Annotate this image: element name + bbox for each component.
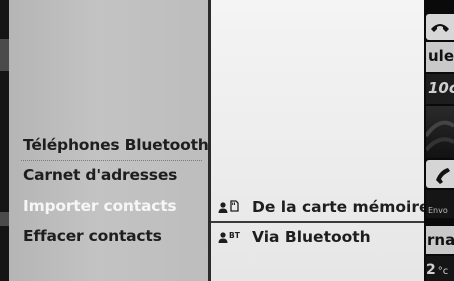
right-panel-item[interactable]: rnal bbox=[426, 226, 454, 254]
right-panel-item[interactable]: Envo bbox=[426, 190, 454, 218]
bluetooth-contact-icon: BT bbox=[218, 231, 240, 243]
import-submenu-panel: De la carte mémoire BT Via Bluetooth bbox=[211, 0, 430, 281]
right-side-panel: ule 10c Envo rnal 2°c bbox=[424, 0, 454, 281]
left-edge-notch bbox=[0, 212, 9, 226]
submenu-item-via-bluetooth[interactable]: BT Via Bluetooth bbox=[211, 223, 424, 251]
phone-handset-icon bbox=[436, 168, 450, 184]
right-panel-item[interactable]: ule bbox=[426, 42, 454, 72]
call-button[interactable] bbox=[426, 160, 454, 188]
temperature-value: 2 bbox=[426, 262, 436, 278]
menu-item-bluetooth-phones[interactable]: Téléphones Bluetooth bbox=[23, 136, 209, 154]
right-panel-graphic bbox=[426, 106, 454, 158]
submenu-item-label: Via Bluetooth bbox=[252, 228, 371, 246]
menu-separator bbox=[21, 160, 202, 161]
menu-item-import-contacts[interactable]: Importer contacts bbox=[23, 197, 177, 215]
svg-text:BT: BT bbox=[229, 231, 240, 240]
right-panel-label: ule bbox=[428, 47, 454, 65]
right-panel-label: rnal bbox=[427, 231, 454, 249]
phone-menu-panel: Téléphones Bluetooth Carnet d'adresses I… bbox=[9, 0, 209, 281]
right-panel-label: Envo bbox=[428, 206, 448, 215]
phone-hangup-icon bbox=[431, 24, 449, 32]
right-panel-item: 10c bbox=[426, 74, 454, 104]
right-panel-label: 10c bbox=[428, 79, 454, 97]
menu-item-address-book[interactable]: Carnet d'adresses bbox=[23, 166, 177, 184]
memory-card-contact-icon bbox=[218, 200, 239, 213]
decorative-swirl-icon bbox=[426, 120, 454, 152]
end-call-button[interactable] bbox=[426, 14, 454, 40]
menu-item-delete-contacts[interactable]: Effacer contacts bbox=[23, 227, 162, 245]
left-edge-notch bbox=[0, 39, 9, 71]
temperature-readout: 2 °c bbox=[426, 256, 454, 281]
submenu-item-label: De la carte mémoire bbox=[252, 198, 430, 216]
left-edge-strip bbox=[0, 0, 9, 281]
submenu-item-from-memory-card[interactable]: De la carte mémoire bbox=[211, 193, 430, 221]
temperature-unit: °c bbox=[437, 266, 449, 277]
